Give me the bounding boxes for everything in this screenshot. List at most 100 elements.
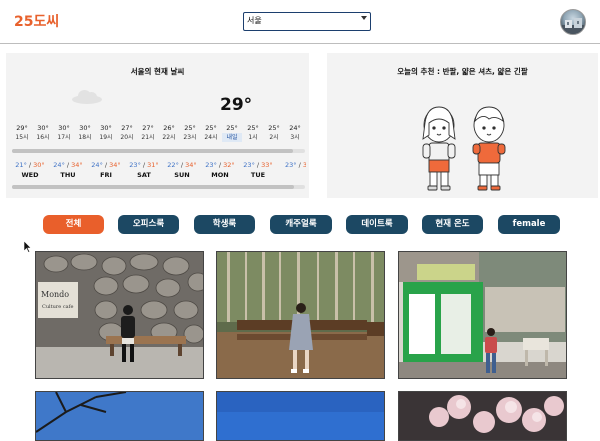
hourly-item: 30° 17시 <box>54 124 74 142</box>
daily-item: 24° / 34° THU <box>50 161 86 181</box>
daily-item: 22° / 34° SUN <box>164 161 200 181</box>
hourly-temp: 25° <box>226 124 238 132</box>
hourly-item: 24° 3시 <box>285 124 304 142</box>
outfit-photo-sky-tree[interactable] <box>35 391 204 441</box>
hourly-temp: 24° <box>289 124 301 132</box>
daily-low: 21° <box>15 161 27 169</box>
hourly-item: 25° 2시 <box>264 124 284 142</box>
hourly-hour: 22시 <box>162 134 176 141</box>
weather-title: 서울의 현재 날씨 <box>130 67 185 76</box>
filter-office-look[interactable]: 오피스룩 <box>118 215 179 234</box>
hourly-temp: 27° <box>142 124 154 132</box>
cloud-icon <box>72 90 102 104</box>
outfit-photo-blue-sky[interactable] <box>216 391 385 441</box>
hourly-item: 27° 21시 <box>138 124 158 142</box>
daily-high: 31° <box>147 161 159 169</box>
daily-day: THU <box>60 171 76 179</box>
hourly-temp: 25° <box>205 124 217 132</box>
filter-student-look[interactable]: 학생룩 <box>194 215 255 234</box>
daily-low: 24° <box>91 161 103 169</box>
daily-item: 21° / 30° WED <box>12 161 48 181</box>
hourly-hour: 1시 <box>248 134 258 141</box>
daily-forecast[interactable]: 21° / 30° WED 24° / 34° THU 24° / 34° FRI 2… <box>12 161 306 183</box>
svg-text:Culture cafe: Culture cafe <box>42 304 73 310</box>
hourly-temp: 25° <box>247 124 259 132</box>
daily-high: 3 <box>302 161 306 169</box>
daily-high: 34° <box>109 161 121 169</box>
hourly-hour: 20시 <box>120 134 134 141</box>
recommendation-title: 오늘의 추천 : 반팔, 얇은 셔츠, 얇은 긴팔 <box>397 67 528 76</box>
hourly-hour: 18시 <box>78 134 92 141</box>
hourly-temp: 26° <box>163 124 175 132</box>
hourly-hour: 19시 <box>99 134 113 141</box>
filter-casual-look[interactable]: 캐주얼룩 <box>270 215 332 234</box>
hourly-item: 30° 19시 <box>96 124 116 142</box>
hourly-hour: 15시 <box>15 134 29 141</box>
hourly-item: 26° 22시 <box>159 124 179 142</box>
daily-item: 23° / 31° SAT <box>126 161 162 181</box>
filter-female[interactable]: female <box>498 215 560 234</box>
filter-all[interactable]: 전체 <box>43 215 104 234</box>
hourly-temp: 29° <box>16 124 28 132</box>
hourly-item: 29° 15시 <box>12 124 32 142</box>
outfit-illustration <box>422 106 506 191</box>
daily-low: 23° <box>243 161 255 169</box>
daily-day: SAT <box>137 171 151 179</box>
hourly-hour: 21시 <box>141 134 155 141</box>
hourly-temp: 30° <box>58 124 70 132</box>
hourly-forecast[interactable]: 29° 15시 30° 16시 30° 17시 30° 18시 30° 19시 27° 20… <box>12 124 304 146</box>
daily-scrollbar-thumb[interactable] <box>12 185 294 189</box>
daily-day: MON <box>211 171 229 179</box>
current-temperature: 29° <box>220 95 253 115</box>
hourly-hour: 2시 <box>269 134 279 141</box>
daily-item: 23° / 3 <box>285 161 306 169</box>
city-select-value: 서울 <box>247 16 262 25</box>
hourly-temp: 25° <box>268 124 280 132</box>
hourly-hour: 3시 <box>290 134 300 141</box>
daily-item: 23° / 33° TUE <box>240 161 276 181</box>
hourly-item: 30° 16시 <box>33 124 53 142</box>
daily-high: 30° <box>33 161 45 169</box>
user-avatar[interactable] <box>560 9 586 35</box>
hourly-hour: 24시 <box>204 134 218 141</box>
hourly-item: 30° 18시 <box>75 124 95 142</box>
hourly-hour: 16시 <box>36 134 50 141</box>
outfit-photo-green-cafe[interactable] <box>398 251 567 379</box>
hourly-temp: 30° <box>79 124 91 132</box>
filter-date-look[interactable]: 데이트룩 <box>346 215 408 234</box>
site-logo[interactable]: 25도씨 <box>14 11 59 31</box>
daily-low: 23° <box>285 161 297 169</box>
hourly-hour: 23시 <box>183 134 197 141</box>
daily-low: 23° <box>129 161 141 169</box>
top-bar: 25도씨 서울 <box>0 0 600 44</box>
daily-high: 33° <box>261 161 273 169</box>
daily-day: WED <box>21 171 39 179</box>
hourly-hour: 내일 <box>222 133 242 142</box>
outfit-photo-stone-wall-bench[interactable]: Mondo Culture cafe <box>35 251 204 379</box>
outfit-photo-forest-bench[interactable] <box>216 251 385 379</box>
daily-day: SUN <box>174 171 190 179</box>
mouse-cursor-icon <box>24 241 32 253</box>
outfit-photo-blossom-night[interactable] <box>398 391 567 441</box>
daily-low: 24° <box>53 161 65 169</box>
hourly-scrollbar[interactable] <box>12 149 305 153</box>
hourly-item: 25° 24시 <box>201 124 221 142</box>
hourly-item: 25° 1시 <box>243 124 263 142</box>
hourly-temp: 30° <box>37 124 49 132</box>
hourly-scrollbar-thumb[interactable] <box>12 149 293 153</box>
filter-current-temp[interactable]: 현재 온도 <box>422 215 483 234</box>
hourly-item: 25° 23시 <box>180 124 200 142</box>
daily-day: FRI <box>100 171 112 179</box>
category-filters: 전체 오피스룩 학생룩 캐주얼룩 데이트룩 현재 온도 female <box>0 215 600 235</box>
daily-item: 24° / 34° FRI <box>88 161 124 181</box>
daily-high: 34° <box>185 161 197 169</box>
daily-low: 22° <box>167 161 179 169</box>
chevron-down-icon <box>361 16 367 20</box>
daily-low: 23° <box>205 161 217 169</box>
daily-item: 23° / 32° MON <box>202 161 238 181</box>
daily-scrollbar[interactable] <box>12 185 305 189</box>
daily-high: 32° <box>223 161 235 169</box>
hourly-temp: 25° <box>184 124 196 132</box>
hourly-item-tomorrow: 25° 내일 <box>222 124 242 142</box>
city-select[interactable]: 서울 <box>243 12 371 31</box>
